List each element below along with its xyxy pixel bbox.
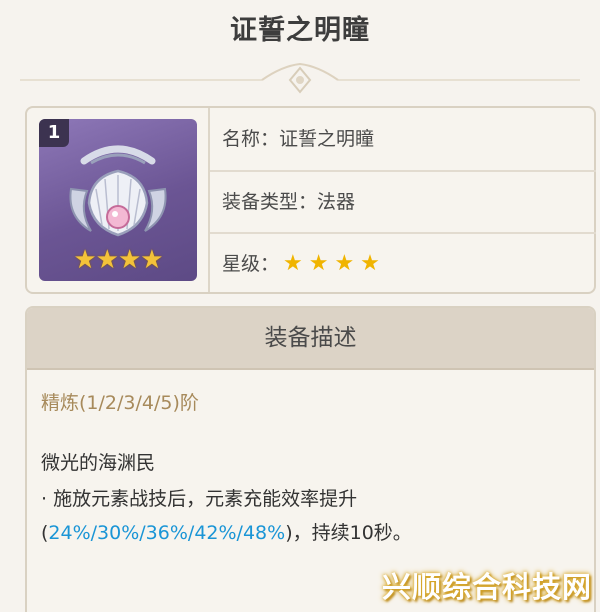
effect-values: 24%/30%/36%/42%/48%: [48, 522, 286, 544]
type-label: 装备类型：: [222, 191, 318, 213]
watermark: 兴顺综合科技网: [381, 570, 592, 604]
name-value: 证誓之明瞳: [279, 128, 375, 150]
icon-rarity-stars: ★★★★: [73, 245, 163, 275]
name-label: 名称：: [222, 128, 280, 150]
rarity-stars: ★★★★: [283, 251, 386, 276]
rarity-label: 星级：: [222, 253, 280, 275]
refinement-levels: 精炼(1/2/3/4/5)阶: [41, 392, 199, 414]
rarity-row: 星级： ★★★★: [210, 233, 596, 295]
effect-name: 微光的海渊民: [41, 452, 156, 474]
type-row: 装备类型：法器: [210, 171, 596, 233]
effect-description: · 施放元素战技后，元素充能效率提升(24%/30%/36%/42%/48%)，…: [41, 482, 581, 550]
item-info-card: 1 ★★★★ 名称：证誓之明瞳 装备类型：法器 星级： ★★★★: [25, 106, 596, 294]
name-row: 名称：证誓之明瞳: [210, 108, 596, 170]
effect-suffix: )，持续10秒。: [285, 522, 412, 544]
item-icon: 1 ★★★★: [39, 119, 197, 281]
description-header: 装备描述: [27, 308, 594, 370]
type-value: 法器: [317, 191, 356, 213]
ornamental-divider: [20, 62, 580, 94]
page-title: 证誓之明瞳: [230, 15, 370, 46]
